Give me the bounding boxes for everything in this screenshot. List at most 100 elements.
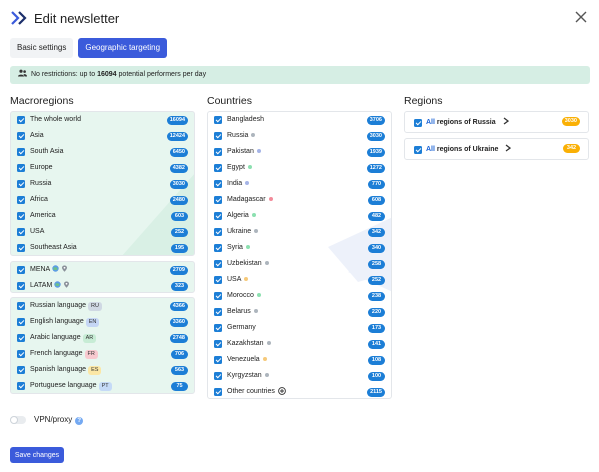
- checkbox[interactable]: [214, 148, 222, 156]
- language-item[interactable]: English language EN 3360: [11, 314, 194, 330]
- item-label: Other countries: [227, 388, 275, 395]
- checkbox[interactable]: [214, 164, 222, 172]
- checkbox[interactable]: [17, 334, 25, 342]
- checkbox[interactable]: [17, 244, 25, 252]
- country-item[interactable]: Belarus 220: [208, 304, 391, 320]
- checkbox[interactable]: [214, 292, 222, 300]
- country-item[interactable]: Kazakhstan 141: [208, 336, 391, 352]
- country-item[interactable]: Germany 173: [208, 320, 391, 336]
- checkbox[interactable]: [414, 146, 422, 154]
- item-label: Uzbekistan: [227, 260, 262, 267]
- checkbox[interactable]: [214, 372, 222, 380]
- checkbox[interactable]: [214, 276, 222, 284]
- group-dot-icon: [256, 292, 261, 297]
- country-item[interactable]: Uzbekistan 258: [208, 256, 391, 272]
- save-changes-button[interactable]: Save changes: [10, 447, 64, 463]
- dialog-header: Edit newsletter: [10, 10, 590, 28]
- item-label: USA: [227, 276, 242, 283]
- macroregion-item[interactable]: Africa 2480: [11, 192, 194, 208]
- checkbox[interactable]: [214, 228, 222, 236]
- vpn-toggle[interactable]: [10, 416, 26, 424]
- checkbox[interactable]: [214, 132, 222, 140]
- info-prefix: No restrictions: up to: [30, 71, 96, 78]
- region-all-link[interactable]: All: [426, 119, 435, 126]
- checkbox[interactable]: [414, 119, 422, 127]
- checkbox[interactable]: [17, 180, 25, 188]
- country-item[interactable]: Syria 340: [208, 240, 391, 256]
- macroregion-item[interactable]: MENA 2709: [11, 262, 194, 278]
- item-label: MENA: [30, 266, 51, 273]
- checkbox[interactable]: [17, 148, 25, 156]
- country-item[interactable]: Ukraine 342: [208, 224, 391, 240]
- country-item[interactable]: Kyrgyzstan 100: [208, 368, 391, 384]
- count-badge: 3706: [366, 115, 385, 125]
- macroregion-item[interactable]: Southeast Asia 195: [11, 240, 194, 255]
- group-dot-icon: [245, 244, 250, 249]
- checkbox[interactable]: [17, 164, 25, 172]
- count-badge: 6450: [169, 147, 188, 157]
- macroregion-item[interactable]: The whole world 16094: [11, 112, 194, 128]
- language-item[interactable]: French language FR 706: [11, 346, 194, 362]
- checkbox[interactable]: [17, 116, 25, 124]
- checkbox[interactable]: [17, 228, 25, 236]
- language-item[interactable]: Spanish language ES 563: [11, 362, 194, 378]
- macroregion-item[interactable]: Asia 12424: [11, 128, 194, 144]
- country-item[interactable]: Bangladesh 3706: [208, 112, 391, 128]
- country-item[interactable]: Pakistan 1939: [208, 144, 391, 160]
- country-item[interactable]: Algeria 482: [208, 208, 391, 224]
- close-icon[interactable]: [574, 10, 588, 24]
- checkbox[interactable]: [214, 308, 222, 316]
- region-ukraine[interactable]: All regions of Ukraine 342: [404, 138, 589, 160]
- macroregion-item[interactable]: LATAM 323: [11, 278, 194, 292]
- count-badge: 3030: [169, 179, 188, 189]
- checkbox[interactable]: [214, 260, 222, 268]
- macroregion-item[interactable]: USA 252: [11, 224, 194, 240]
- plus-circle-icon[interactable]: [278, 386, 286, 395]
- tab-basic-settings[interactable]: Basic settings: [10, 38, 74, 58]
- macroregion-item[interactable]: South Asia 6450: [11, 144, 194, 160]
- checkbox[interactable]: [214, 212, 222, 220]
- macroregion-item[interactable]: Europe 4382: [11, 160, 194, 176]
- checkbox[interactable]: [17, 382, 25, 390]
- chevron-right-icon[interactable]: [505, 144, 512, 152]
- item-label: Spanish language: [30, 366, 87, 373]
- checkbox[interactable]: [17, 132, 25, 140]
- language-item[interactable]: Russian language RU 4366: [11, 298, 194, 314]
- checkbox[interactable]: [214, 180, 222, 188]
- country-item[interactable]: Other countries 2115: [208, 384, 391, 398]
- language-item[interactable]: Arabic language AR 2748: [11, 330, 194, 346]
- checkbox[interactable]: [214, 244, 222, 252]
- checkbox[interactable]: [214, 388, 222, 396]
- country-item[interactable]: India 770: [208, 176, 391, 192]
- checkbox[interactable]: [17, 366, 25, 374]
- macroregion-item[interactable]: Russia 3030: [11, 176, 194, 192]
- item-label: English language: [30, 318, 84, 325]
- country-item[interactable]: Madagascar 608: [208, 192, 391, 208]
- macroregion-item[interactable]: America 603: [11, 208, 194, 224]
- country-item[interactable]: Venezuela 108: [208, 352, 391, 368]
- count-badge: 252: [368, 275, 385, 285]
- help-icon[interactable]: ?: [75, 416, 84, 425]
- checkbox[interactable]: [17, 196, 25, 204]
- checkbox[interactable]: [17, 282, 25, 290]
- country-item[interactable]: Morocco 238: [208, 288, 391, 304]
- checkbox[interactable]: [17, 318, 25, 326]
- checkbox[interactable]: [214, 116, 222, 124]
- tab-geographic-targeting[interactable]: Geographic targeting: [78, 38, 168, 58]
- checkbox[interactable]: [214, 356, 222, 364]
- checkbox[interactable]: [214, 324, 222, 332]
- checkbox[interactable]: [17, 350, 25, 358]
- chevron-right-icon[interactable]: [503, 117, 509, 125]
- item-label: Kyrgyzstan: [227, 372, 262, 379]
- checkbox[interactable]: [17, 302, 25, 310]
- region-all-link[interactable]: All: [426, 146, 435, 153]
- checkbox[interactable]: [214, 340, 222, 348]
- country-item[interactable]: Russia 3030: [208, 128, 391, 144]
- country-item[interactable]: Egypt 1272: [208, 160, 391, 176]
- checkbox[interactable]: [17, 266, 25, 274]
- region-russia[interactable]: All regions of Russia 3030: [404, 111, 589, 133]
- country-item[interactable]: USA 252: [208, 272, 391, 288]
- checkbox[interactable]: [17, 212, 25, 220]
- language-item[interactable]: Portuguese language PT 75: [11, 378, 194, 393]
- checkbox[interactable]: [214, 196, 222, 204]
